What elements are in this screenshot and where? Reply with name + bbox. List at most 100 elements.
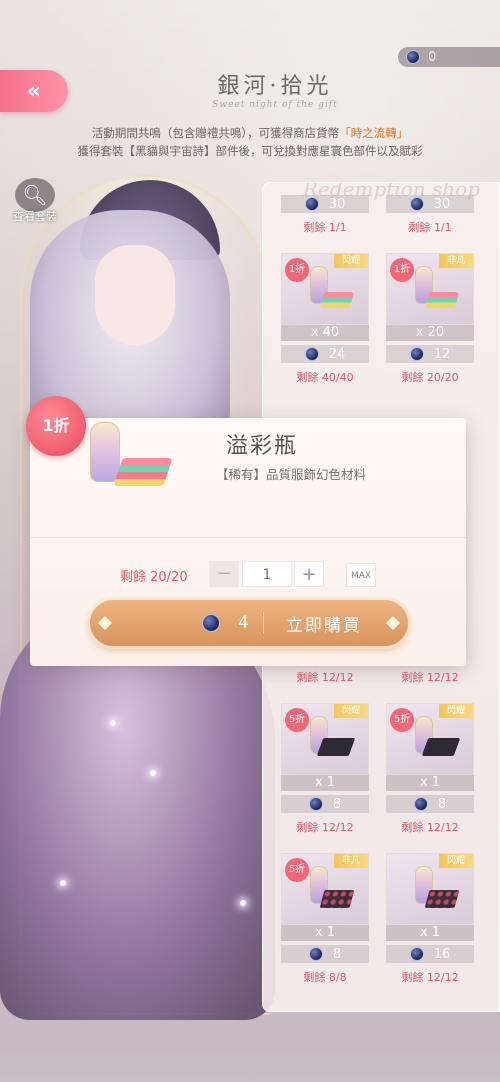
remain-text: 剩餘 12/12 — [401, 671, 459, 684]
price-bar: 30 — [281, 195, 369, 213]
divider — [262, 612, 264, 634]
price-text: 30 — [328, 196, 346, 212]
rarity-tag: 閃耀 — [334, 254, 368, 268]
shop-item-card[interactable]: 1折 閃耀 x 40 24 剩餘 40/40 — [281, 253, 369, 384]
star-gem-icon — [409, 347, 424, 361]
star-gem-icon — [409, 197, 424, 211]
shop-item-card[interactable]: 5折 非凡 x 1 8 剩餘 8/8 — [281, 853, 369, 984]
item-image: 5折 閃耀 — [386, 703, 474, 775]
item-image: 1折 閃耀 — [281, 253, 369, 325]
star-gem-icon — [409, 947, 424, 961]
diamond-ornament-icon — [385, 615, 401, 631]
remain-text: 剩餘 1/1 — [303, 221, 347, 234]
star-gem-icon — [304, 197, 319, 211]
price-bar: 24 — [281, 345, 369, 363]
discount-badge: 1折 — [390, 258, 414, 282]
discount-badge: 5折 — [285, 858, 309, 882]
event-title: 銀河·拾光 Sweet night of the gift — [190, 68, 360, 110]
currency-amount: 0 — [428, 49, 437, 65]
shop-item-card[interactable]: 5折 閃耀 x 1 8 剩餘 12/12 — [386, 703, 474, 834]
price-bar: 30 — [386, 195, 474, 213]
star-gem-icon — [202, 614, 220, 632]
remain-text: 剩餘 12/12 — [401, 821, 459, 834]
event-title-text: 銀河·拾光 — [217, 74, 333, 99]
remain-text: 剩餘 1/1 — [408, 221, 452, 234]
max-quantity-button[interactable]: MAX — [346, 563, 376, 587]
price-bar: 16 — [386, 945, 474, 963]
description-line-2: 獲得套裝【黑貓與宇宙詩】部件後，可兌換對應星寰色部件以及賦彩 — [77, 144, 423, 158]
remain-text: 剩餘 12/12 — [296, 821, 354, 834]
discount-badge: 1折 — [285, 258, 309, 282]
rarity-tag: 閃耀 — [334, 704, 368, 718]
rarity-tag: 閃耀 — [439, 854, 473, 868]
quantity-label: x 1 — [281, 775, 369, 791]
rarity-tag: 非凡 — [334, 854, 368, 868]
price-text: 8 — [332, 796, 342, 812]
price-amount: 4 — [238, 613, 249, 633]
sparkle — [150, 770, 156, 776]
price-bar: 8 — [281, 795, 369, 813]
discount-badge: 5折 — [285, 708, 309, 732]
dark-fabric-icon — [316, 738, 356, 756]
shop-item-card[interactable]: 閃耀 x 1 16 剩餘 12/12 — [386, 853, 474, 984]
shop-item-card[interactable]: 1折 非凡 x 20 12 剩餘 20/20 — [386, 253, 474, 384]
sparkle — [60, 880, 66, 886]
buy-now-label: 立即購買 — [285, 615, 362, 636]
bottle-icon — [90, 422, 120, 482]
item-preview — [90, 422, 190, 512]
discount-badge: 5折 — [390, 708, 414, 732]
star-gem-icon — [304, 347, 319, 361]
sparkle — [240, 900, 246, 906]
star-gem-icon — [308, 947, 323, 961]
remain-text: 剩餘 12/12 — [296, 671, 354, 684]
price-text: 30 — [433, 196, 451, 212]
fabric-icon — [113, 458, 173, 486]
gem-fabric-icon — [424, 890, 460, 908]
price-bar: 8 — [281, 945, 369, 963]
price-text: 8 — [437, 796, 447, 812]
purchase-popup: 1折 溢彩瓶 【稀有】品質服飾幻色材料 剩餘 20/20 − 1 + MAX 4… — [26, 396, 466, 666]
remaining-count: 剩餘 20/20 — [120, 570, 188, 585]
currency-name-highlight: 「時之流轉」 — [339, 126, 409, 140]
item-description: 【稀有】品質服飾幻色材料 — [216, 467, 367, 482]
price-bar: 12 — [386, 345, 474, 363]
rarity-tag: 非凡 — [439, 254, 473, 268]
description-line-1: 活動期間共鳴（包含贈禮共鳴），可獲得商店貨幣「時之流轉」 — [0, 124, 500, 142]
buy-now-button[interactable]: 4 立即購買 — [90, 600, 408, 646]
magnifier-icon: 🔍︎ — [15, 178, 55, 212]
remain-text: 剩餘 12/12 — [401, 971, 459, 984]
quantity-input[interactable]: 1 — [242, 561, 292, 587]
quantity-label: x 1 — [386, 925, 474, 941]
quantity-label: x 1 — [281, 925, 369, 941]
buy-price: 4 — [202, 613, 249, 633]
item-image: 5折 閃耀 — [281, 703, 369, 775]
quantity-label: x 40 — [281, 325, 369, 341]
gem-fabric-icon — [319, 890, 355, 908]
decrease-quantity-button[interactable]: − — [209, 561, 239, 587]
remain-text: 剩餘 20/20 — [401, 371, 459, 384]
back-button[interactable]: « — [0, 70, 68, 112]
character-face — [95, 245, 175, 345]
quantity-label: x 1 — [386, 775, 474, 791]
shop-item-card[interactable]: 5折 閃耀 x 1 8 剩餘 12/12 — [281, 703, 369, 834]
increase-quantity-button[interactable]: + — [294, 561, 324, 587]
view-outfit-button[interactable]: 🔍︎ 查看套裝 — [8, 178, 62, 224]
sparkle — [110, 720, 116, 726]
shop-item-card[interactable]: 30 剩餘 1/1 — [386, 183, 474, 234]
shop-item-card[interactable]: 30 剩餘 1/1 — [281, 183, 369, 234]
double-chevron-left-icon: « — [26, 78, 42, 104]
fabric-icon — [319, 292, 355, 308]
diamond-ornament-icon — [97, 615, 113, 631]
fabric-icon — [424, 292, 460, 308]
event-subtitle: Sweet night of the gift — [212, 100, 338, 110]
rarity-tag: 閃耀 — [439, 704, 473, 718]
item-image: 1折 非凡 — [386, 253, 474, 325]
price-text: 16 — [433, 946, 451, 962]
dark-fabric-icon — [421, 738, 461, 756]
event-description: 活動期間共鳴（包含贈禮共鳴），可獲得商店貨幣「時之流轉」 獲得套裝【黑貓與宇宙詩… — [0, 124, 500, 160]
description-text: 活動期間共鳴（包含贈禮共鳴），可獲得商店貨幣 — [91, 126, 340, 140]
price-bar: 8 — [386, 795, 474, 813]
discount-badge: 1折 — [26, 396, 86, 456]
quantity-label: x 20 — [386, 325, 474, 341]
item-name: 溢彩瓶 — [226, 434, 299, 459]
